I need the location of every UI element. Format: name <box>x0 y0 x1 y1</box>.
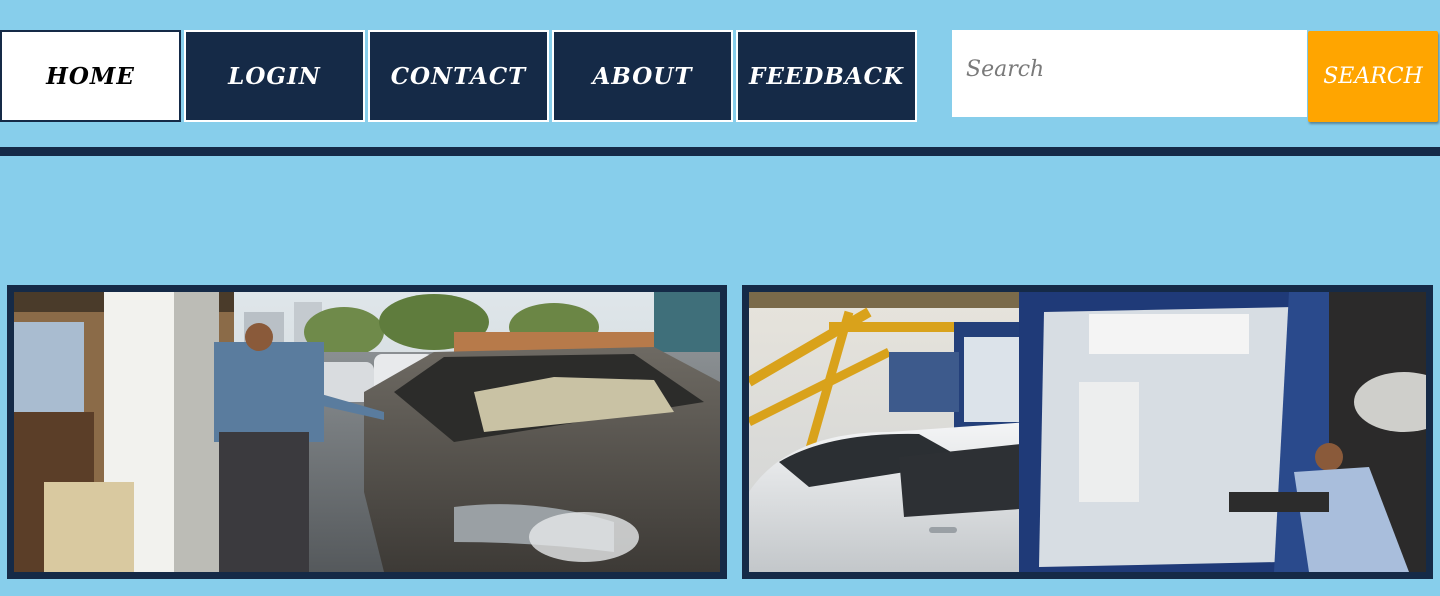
toll-booth-operator-image <box>749 292 1426 572</box>
toll-booth-operator-photo <box>742 285 1433 579</box>
main-nav: HOME LOGIN CONTACT ABOUT FEEDBACK <box>0 30 920 122</box>
toll-booth-cash-payment-image <box>14 292 720 572</box>
nav-home[interactable]: HOME <box>0 30 181 122</box>
nav-feedback[interactable]: FEEDBACK <box>736 30 917 122</box>
search-button[interactable]: SEARCH <box>1308 31 1438 122</box>
nav-about[interactable]: ABOUT <box>552 30 733 122</box>
nav-login[interactable]: LOGIN <box>184 30 365 122</box>
search-input[interactable] <box>952 30 1307 117</box>
nav-contact[interactable]: CONTACT <box>368 30 549 122</box>
header-divider <box>0 147 1440 156</box>
toll-booth-cash-payment-photo <box>7 285 727 579</box>
